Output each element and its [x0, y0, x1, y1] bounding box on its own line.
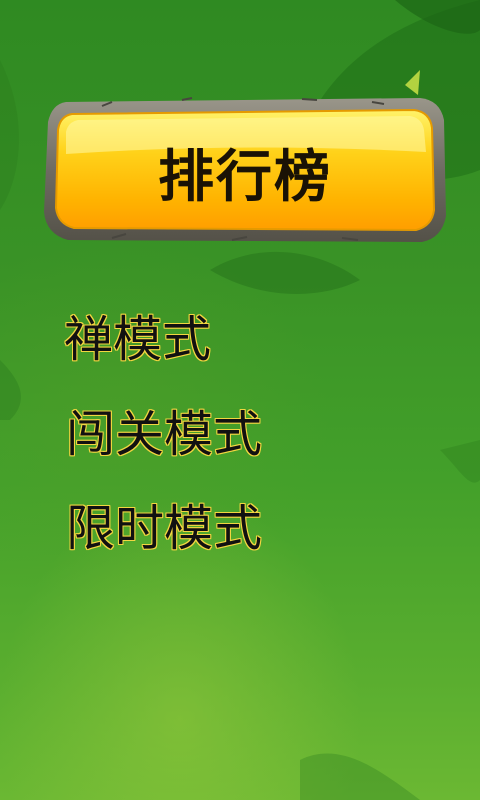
menu-item-timed-mode[interactable]: 限时模式 — [66, 489, 262, 560]
menu-item-zen-mode[interactable]: 禅模式 — [64, 300, 211, 371]
leaderboard-title-banner: 排行榜 — [42, 92, 448, 248]
page-title: 排行榜 — [158, 144, 332, 210]
menu-item-stage-mode[interactable]: 闯关模式 — [66, 395, 262, 466]
